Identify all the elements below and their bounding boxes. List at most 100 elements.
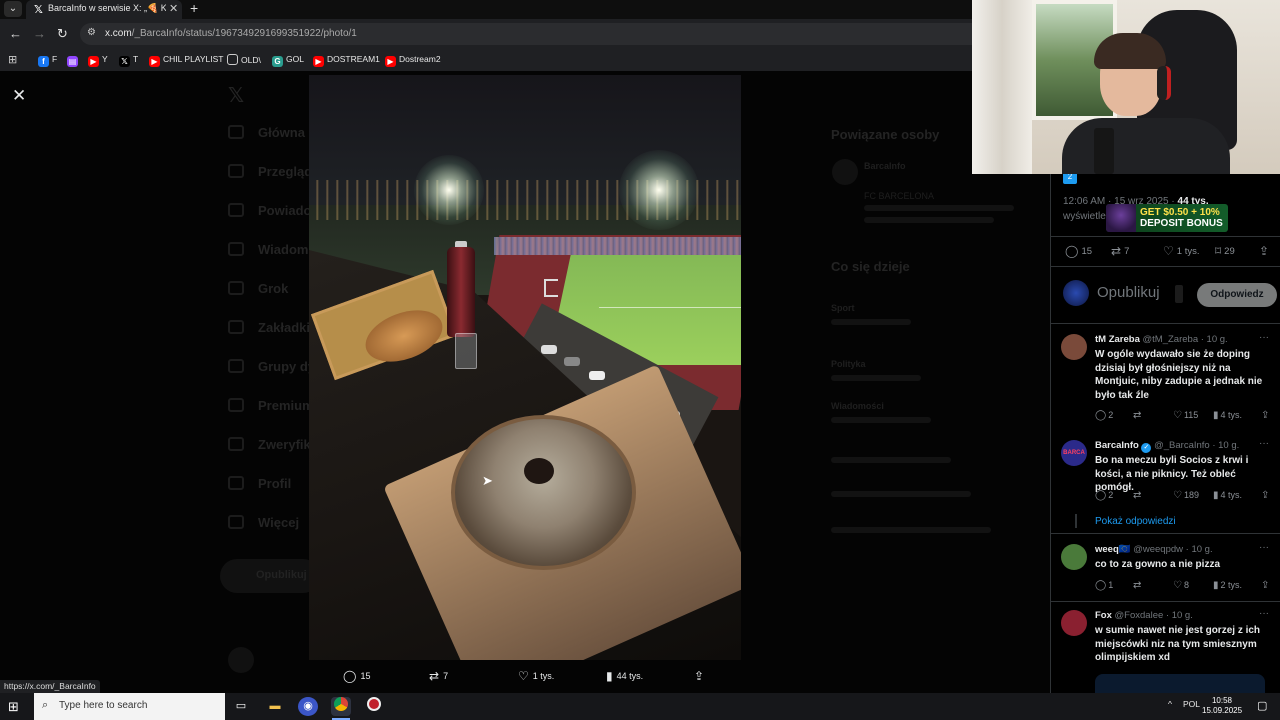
repost-action[interactable]: ⇄ 7: [429, 669, 448, 683]
author-handle: @Foxdalee · 10 g.: [1114, 610, 1193, 621]
more-options-icon[interactable]: ···: [1259, 608, 1269, 619]
bg-line: [864, 217, 994, 223]
photo-pizza-burnt-spot: [524, 458, 554, 484]
avatar: [1061, 544, 1087, 570]
tweet-text: w sumie nawet nie jest gorzej z ich miej…: [1095, 625, 1261, 663]
like-action[interactable]: ♡ 189: [1173, 490, 1199, 501]
more-options-icon[interactable]: ···: [1259, 542, 1269, 553]
share-action[interactable]: ⇪: [694, 669, 708, 683]
share-action[interactable]: ⇪: [1261, 580, 1271, 591]
bg-nav-item: Profil: [228, 476, 291, 491]
views-action[interactable]: ▮ 2 tys.: [1213, 580, 1242, 591]
share-stat[interactable]: ⇪: [1259, 244, 1272, 258]
tweet-photo[interactable]: ➤: [309, 75, 741, 660]
share-action[interactable]: ⇪: [1261, 490, 1271, 501]
bookmark-stat[interactable]: ⌑ 29: [1215, 244, 1235, 258]
reply-stat[interactable]: ◯ 15: [1065, 244, 1092, 258]
site-info-icon[interactable]: ⚙: [87, 27, 96, 38]
webcam-curtain: [972, 0, 1032, 174]
like-action[interactable]: ♡ 8: [1173, 580, 1189, 591]
forward-arrow-icon[interactable]: →: [33, 26, 46, 41]
views-action[interactable]: ▮ 44 tys.: [606, 669, 643, 683]
obs-icon[interactable]: [364, 697, 384, 716]
notification-icon[interactable]: ▢: [1257, 699, 1267, 712]
views-action[interactable]: ▮ 4 tys.: [1213, 410, 1242, 421]
apps-grid-icon[interactable]: ⊞: [8, 53, 17, 66]
reply-action[interactable]: ◯ 2: [1095, 410, 1113, 421]
webcam-person-body: [1062, 118, 1230, 174]
reply-icon: ◯: [1095, 490, 1107, 501]
browser-tab-active[interactable]: 𝕏 BarcaInfo w serwisie X: „🍕 Kib ✕: [26, 0, 182, 19]
photo-car: [564, 357, 580, 366]
bg-avatar: [228, 647, 254, 673]
bookmark-f[interactable]: fF: [38, 54, 57, 67]
repost-action[interactable]: ⇄: [1133, 580, 1143, 591]
heart-icon: ♡: [518, 669, 529, 683]
like-action[interactable]: ♡ 115: [1173, 410, 1198, 421]
task-view-icon[interactable]: ▭: [231, 697, 251, 716]
photo-viewer: 𝕏 Główna Przeglądaj Powiadomienia Wiadom…: [0, 71, 1050, 693]
reply-action[interactable]: ◯ 1: [1095, 580, 1113, 591]
bookmark-icon: ⌑: [1215, 244, 1222, 258]
bookmark-dostream2[interactable]: ▶ Dostream2: [385, 54, 441, 67]
more-options-icon[interactable]: ···: [1259, 332, 1269, 343]
tray-chevron-icon[interactable]: ^: [1168, 699, 1172, 709]
repost-action[interactable]: ⇄: [1133, 490, 1143, 501]
bookmark-t[interactable]: 𝕏T: [119, 54, 138, 67]
badge-icon: 2: [1063, 174, 1077, 184]
windows-start-icon[interactable]: ⊞: [8, 699, 19, 715]
bg-line: [831, 417, 931, 423]
like-stat[interactable]: ♡ 1 tys.: [1163, 244, 1199, 258]
bookmark-label: Y: [102, 54, 108, 64]
bg-line: [864, 205, 1014, 211]
back-arrow-icon[interactable]: ←: [9, 26, 22, 41]
views-action[interactable]: ▮ 4 tys.: [1213, 490, 1242, 501]
bookmark-dostream1[interactable]: ▶ DOSTREAM1: [313, 54, 380, 67]
close-icon[interactable]: ✕: [12, 86, 26, 106]
tweet-text: co to za gowno a nie pizza: [1095, 559, 1221, 570]
chrome-icon[interactable]: [331, 697, 351, 716]
tray-language[interactable]: POL: [1183, 699, 1200, 709]
share-icon: ⇪: [694, 669, 705, 683]
repost-stat[interactable]: ⇄ 7: [1111, 244, 1129, 258]
divider: [1051, 266, 1280, 267]
reply-button[interactable]: Odpowiedz: [1197, 283, 1277, 307]
bookmark-gol[interactable]: G GOL: [272, 54, 304, 67]
bg-text: Wiadomości: [831, 401, 884, 411]
ad-banner[interactable]: GET $0.50 + 10% DEPOSIT BONUS: [1106, 204, 1228, 232]
bookmark-y[interactable]: ▶ Y: [88, 54, 108, 67]
share-action[interactable]: ⇪: [1261, 410, 1271, 421]
tab-close-icon[interactable]: ✕: [169, 2, 178, 15]
bar-chart-icon: ▮: [1213, 410, 1219, 421]
heart-icon: ♡: [1173, 490, 1182, 501]
reply-action[interactable]: ◯ 15: [343, 669, 370, 683]
bookmark-folder-old[interactable]: OLD\: [227, 54, 261, 65]
app-icon[interactable]: ◉: [298, 697, 318, 716]
repost-action[interactable]: ⇄: [1133, 410, 1143, 421]
heart-icon: ♡: [1173, 410, 1182, 421]
like-action[interactable]: ♡ 1 tys.: [518, 669, 554, 683]
file-explorer-icon[interactable]: ▬: [265, 697, 285, 716]
bookmark-chil-playlist[interactable]: ▶ CHIL PLAYLIST: [149, 54, 223, 67]
tab-search-icon[interactable]: ⌄: [4, 1, 22, 17]
taskbar-clock[interactable]: 10:58 15.09.2025: [1202, 696, 1242, 716]
taskbar-search[interactable]: ⌕ Type here to search: [34, 693, 225, 720]
bookmark-twitch[interactable]: ▤: [67, 54, 81, 67]
new-tab-button[interactable]: +: [190, 0, 198, 16]
url-domain: x.com: [105, 28, 132, 39]
repost-icon: ⇄: [1133, 490, 1142, 501]
address-bar[interactable]: ⚙ x.com/_BarcaInfo/status/19673492916993…: [80, 23, 972, 45]
author-handle: @tM_Zareba · 10 g.: [1142, 334, 1228, 345]
view-count: 4 tys.: [1220, 410, 1243, 420]
heart-icon: ♡: [1173, 580, 1182, 591]
more-options-icon[interactable]: ···: [1259, 438, 1269, 449]
reload-icon[interactable]: ↻: [57, 26, 68, 42]
show-replies-link[interactable]: Pokaż odpowiedzi: [1095, 516, 1176, 527]
reply-input[interactable]: Opublikuj: [1097, 284, 1160, 301]
bg-line: [831, 319, 911, 325]
media-card[interactable]: [1095, 674, 1265, 693]
bookmark-label: CHIL PLAYLIST: [163, 54, 224, 64]
bookmark-label: GOL: [286, 54, 304, 64]
reply-action[interactable]: ◯ 2: [1095, 490, 1113, 501]
youtube-icon: ▶: [385, 56, 396, 67]
